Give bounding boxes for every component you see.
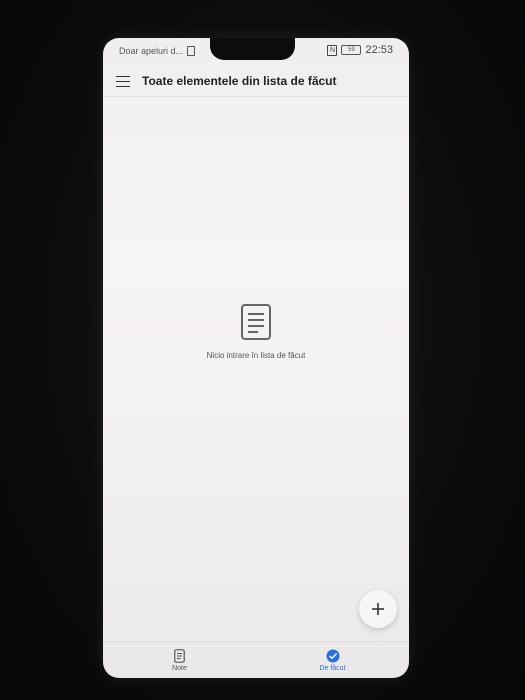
tab-todo-label: De făcut bbox=[319, 664, 346, 672]
tab-notes-label: Note bbox=[172, 664, 187, 672]
phone-screen: Doar apeluri d... N 59 22:53 Toate eleme… bbox=[103, 38, 409, 678]
clock: 22:53 bbox=[365, 44, 393, 56]
status-left: Doar apeluri d... bbox=[119, 46, 196, 56]
tab-todo[interactable]: De făcut bbox=[256, 642, 409, 678]
nfc-icon: N bbox=[327, 44, 338, 56]
note-icon bbox=[174, 648, 185, 663]
empty-state-message: Nicio intrare în lista de făcut bbox=[206, 351, 306, 360]
status-right: N 59 22:53 bbox=[327, 44, 393, 56]
photo-background: Doar apeluri d... N 59 22:53 Toate eleme… bbox=[0, 0, 525, 700]
battery-icon: 59 bbox=[341, 45, 362, 55]
tab-notes[interactable]: Note bbox=[103, 642, 256, 678]
carrier-text: Doar apeluri d... bbox=[119, 46, 184, 56]
document-icon bbox=[241, 304, 271, 340]
empty-state: Nicio intrare în lista de făcut bbox=[103, 304, 409, 360]
check-circle-icon bbox=[326, 649, 339, 662]
sim-icon bbox=[187, 46, 196, 56]
bottom-navigation: Note De făcut bbox=[103, 641, 409, 678]
app-bar: Toate elementele din lista de făcut bbox=[103, 66, 409, 97]
add-todo-button[interactable] bbox=[359, 590, 397, 628]
page-title: Toate elementele din lista de făcut bbox=[142, 74, 337, 88]
hamburger-menu-icon[interactable] bbox=[116, 75, 130, 88]
plus-icon bbox=[372, 603, 384, 615]
camera-notch bbox=[210, 38, 295, 60]
